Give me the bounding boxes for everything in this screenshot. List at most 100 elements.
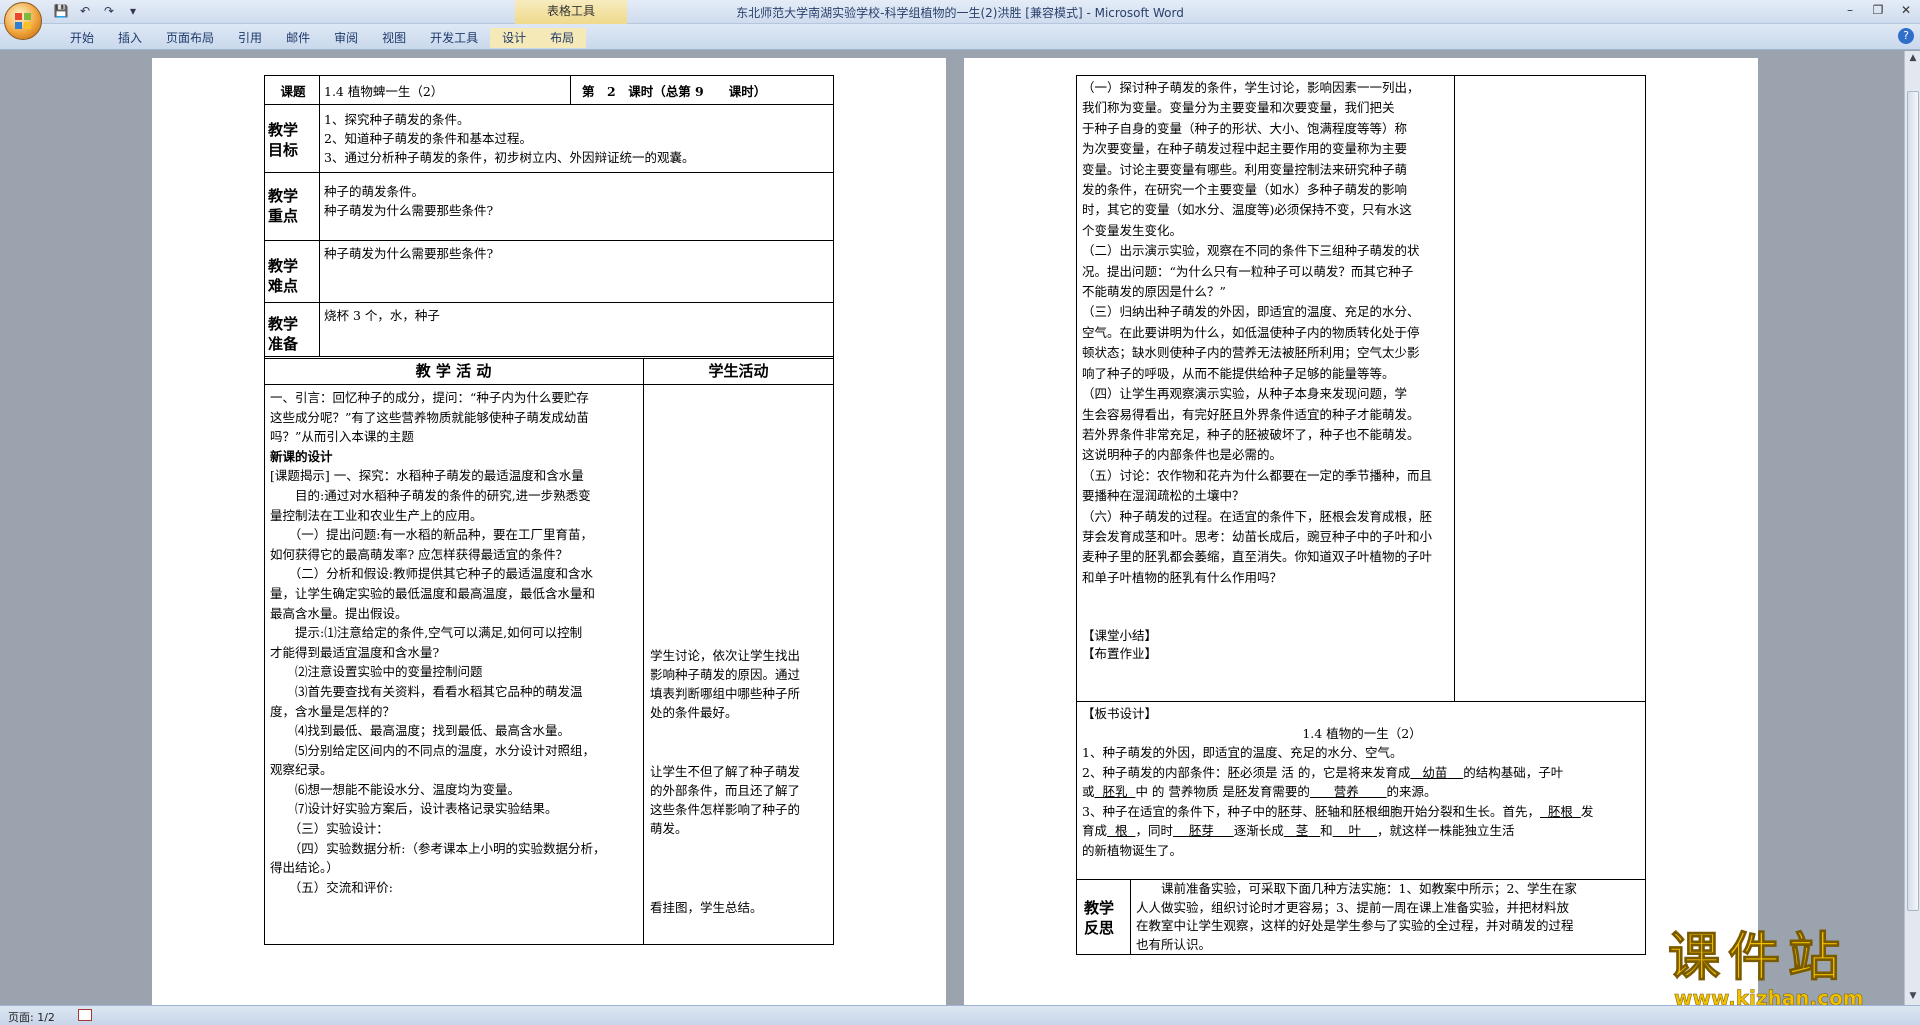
activity-content: 一、引言：回忆种子的成分，提问：“种子内为什么要贮存 这些成分呢？”有了这些营养物… <box>270 388 640 897</box>
process-line: 顿状态；缺水则使种子内的营养无法被胚所利用；空气太少影 <box>1082 345 1420 361</box>
board-blank-nutrient: 营养 <box>1333 784 1359 799</box>
goal-item: 1、探究种子萌发的条件。 <box>324 112 470 127</box>
activity-line: 一、引言：回忆种子的成分，提问：“种子内为什么要贮存 <box>270 390 589 405</box>
scroll-down-icon[interactable]: ▼ <box>1907 991 1919 1003</box>
activity-line: 才能得到最适宜温度和含水量? <box>270 644 440 660</box>
homework: 【布置作业】 <box>1082 646 1158 661</box>
student-note-line: 学生讨论，依次让学生找出 <box>650 648 801 663</box>
page-count[interactable]: 页面: 1/2 <box>8 1009 55 1025</box>
office-button[interactable] <box>4 2 42 40</box>
lesson-title: 1.4 植物蜱一生（2） <box>324 84 444 99</box>
vertical-scrollbar[interactable]: ▲ ▼ <box>1904 51 1920 1005</box>
activity-line: 提示:⑴注意给定的条件,空气可以满足,如何可以控制 <box>270 625 583 641</box>
key-points-label: 教学重点 <box>268 187 299 225</box>
status-bar: 页面: 1/2 <box>0 1005 1920 1025</box>
student-header: 学生活动 <box>708 362 769 380</box>
student-note-line: 这些条件怎样影响了种子的 <box>650 802 801 817</box>
key-points-list: 种子的萌发条件。 种子萌发为什么需要那些条件? <box>324 182 824 220</box>
reflection-line: 课前准备实验，可采取下面几种方法实施：1、如教案中所示；2、学生在家 <box>1136 881 1577 896</box>
process-line: （一）探讨种子萌发的条件，学生讨论，影响因素一一列出， <box>1082 80 1420 95</box>
activity-line: （四）实验数据分析:（参考课本上小明的实验数据分析， <box>270 840 606 856</box>
activity-line: ⑺设计好实验方案后，设计表格记录实验结果。 <box>270 801 558 817</box>
office-logo-icon <box>15 13 31 29</box>
board-line-4: 3、种子在适宜的条件下，种子中的胚芽、胚轴和胚根细胞开始分裂和生长。首先， 胚根… <box>1082 803 1594 819</box>
process-line: 要播种在湿润疏松的土壤中？ <box>1082 488 1245 504</box>
board-blank-root: 根 <box>1114 823 1128 838</box>
ribbon-tab-9[interactable]: 布局 <box>538 28 587 48</box>
save-icon[interactable]: 💾 <box>52 3 70 19</box>
help-icon[interactable]: ? <box>1898 28 1914 44</box>
quick-access-toolbar: 💾 ↶ ↷ ▾ <box>52 3 142 19</box>
ribbon-tab-4[interactable]: 邮件 <box>274 28 322 48</box>
ribbon-tab-2[interactable]: 页面布局 <box>154 28 226 48</box>
watermark-logo: 课件站 www.kjzhan.com <box>1668 928 1904 1009</box>
board-blank-radicle: 胚根 <box>1547 803 1573 819</box>
activity-line: （二）分析和假设:教师提供其它种子的最适温度和含水 <box>270 566 593 582</box>
board-line-5: 育成 根 ，同时 胚芽 逐渐长成 茎 和 叶 ，就这样一株能独立生活 <box>1082 823 1515 838</box>
board-line-1: 1、种子萌发的外因，即适宜的温度、充足的水分、空气。 <box>1082 745 1403 760</box>
ribbon-tab-1[interactable]: 插入 <box>106 28 154 48</box>
ribbon-tab-0[interactable]: 开始 <box>58 28 106 48</box>
activity-line: 度，含水量是怎样的？ <box>270 703 396 719</box>
board-blank-plumule: 胚芽 <box>1188 823 1214 838</box>
board-blank-seedling: 幼苗 <box>1422 764 1448 780</box>
reflection-label: 教学反思 <box>1084 899 1115 937</box>
process-line: 芽会发育成茎和叶。思考：幼苗长成后，豌豆种子中的子叶和小 <box>1082 528 1433 544</box>
ribbon-tab-7[interactable]: 开发工具 <box>418 28 490 48</box>
student-note-line: 看挂图，学生总结。 <box>650 900 763 915</box>
restore-icon[interactable]: ❐ <box>1864 0 1892 20</box>
activity-line: 目的:通过对水稻种子萌发的条件的研究,进一步熟悉变 <box>270 487 591 503</box>
lesson-label: 课题 <box>280 84 306 99</box>
process-line: （六）种子萌发的过程。在适宜的条件下，胚根会发育成根，胚 <box>1082 508 1433 524</box>
scrollbar-thumb[interactable] <box>1907 91 1919 911</box>
proofing-icon[interactable] <box>78 1009 92 1021</box>
process-line: 不能萌发的原因是什么？” <box>1082 284 1226 300</box>
customize-toolbar-chevron-icon[interactable]: ▾ <box>124 3 142 19</box>
ribbon-tab-3[interactable]: 引用 <box>226 28 274 48</box>
activity-line: 最高含水量。提出假设。 <box>270 605 408 621</box>
activity-header: 教 学 活 动 <box>415 362 492 380</box>
reflection-content: 课前准备实验，可采取下面几种方法实施：1、如教案中所示；2、学生在家 人人做实验，… <box>1136 880 1642 954</box>
process-line: 响了种子的呼吸，从而不能提供给种子足够的能量等等。 <box>1082 365 1395 381</box>
goals-list: 1、探究种子萌发的条件。 2、知道种子萌发的条件和基本过程。 3、通过分析种子萌发的… <box>324 110 824 167</box>
window-controls: – ❐ ✕ <box>1836 0 1920 20</box>
scroll-up-icon[interactable]: ▲ <box>1907 53 1919 65</box>
context-tab-group-label: 表格工具 <box>515 0 627 24</box>
watermark-text: 课件站 <box>1668 928 1849 989</box>
student-notes-group-1: 学生讨论，依次让学生找出 影响种子萌发的原因。通过 填表判断哪组中哪些种子所 处的条件… <box>650 646 832 722</box>
activity-line: ⑸分别给定区间内的不同点的温度，水分设计对照组， <box>270 742 596 758</box>
board-line-3: 或 胚乳 中 的 营养物质 是胚发育需要的 营养 的来源。 <box>1082 784 1437 799</box>
difficulty-text: 种子萌发为什么需要那些条件? <box>324 246 494 261</box>
ribbon-tab-8[interactable]: 设计 <box>490 28 539 48</box>
document-page-2: （一）探讨种子萌发的条件，学生讨论，影响因素一一列出， 我们称为变量。变量分为主要… <box>964 58 1758 1005</box>
activity-line: 得出结论。） <box>270 860 339 876</box>
prep-label: 教学准备 <box>268 315 299 353</box>
ribbon-tab-5[interactable]: 审阅 <box>322 28 370 48</box>
reflection-line: 也有所认识。 <box>1136 936 1212 952</box>
process-line: 生会容易得看出，有完好胚且外界条件适宜的种子才能萌发。 <box>1082 406 1420 422</box>
activity-line: [课题揭示] 一、探究：水稻种子萌发的最适温度和含水量 <box>270 468 584 484</box>
activity-line: 量，让学生确定实验的最低温度和最高温度，最低含水量和 <box>270 585 596 601</box>
ribbon-tab-6[interactable]: 视图 <box>370 28 418 48</box>
process-line: 若外界条件非常充足，种子的胚被破坏了，种子也不能萌发。 <box>1082 426 1420 442</box>
process-line: （二）出示演示实验，观察在不同的条件下三组种子萌发的状 <box>1082 243 1420 259</box>
activity-line: 新课的设计 <box>270 448 333 464</box>
minimize-icon[interactable]: – <box>1836 0 1864 20</box>
close-icon[interactable]: ✕ <box>1892 0 1920 20</box>
student-notes-group-2: 让学生不但了解了种子萌发 的外部条件，而且还了解了 这些条件怎样影响了种子的 萌发。 <box>650 762 832 838</box>
activity-line: ⑵注意设置实验中的变量控制问题 <box>270 664 483 680</box>
process-line: （三）归纳出种子萌发的外因，即适宜的温度、充足的水分、 <box>1082 304 1420 320</box>
goal-item: 2、知道种子萌发的条件和基本过程。 <box>324 131 532 146</box>
title-bar: 💾 ↶ ↷ ▾ 表格工具 东北师范大学南湖实验学校-科学组植物的一生(2)洪胜 … <box>0 0 1920 24</box>
process-line: 为次要变量，在种子萌发过程中起主要作用的变量称为主要 <box>1082 141 1408 157</box>
activity-line: ⑹想一想能不能设水分、温度均为变量。 <box>270 781 521 797</box>
redo-icon[interactable]: ↷ <box>100 3 118 19</box>
student-note-line: 的外部条件，而且还了解了 <box>650 783 801 798</box>
undo-icon[interactable]: ↶ <box>76 3 94 19</box>
process-line: 麦种子里的胚乳都会萎缩，直至消失。你知道双子叶植物的子叶 <box>1082 549 1433 565</box>
activity-line: （一）提出问题:有一水稻的新品种，要在工厂里育苗， <box>270 527 593 543</box>
goal-item: 3、通过分析种子萌发的条件，初步树立内、外因辩证统一的观囊。 <box>324 150 695 165</box>
board-line-2: 2、种子萌发的内部条件：胚必须是 活 的，它是将来发育成 幼苗 的结构基础，子叶 <box>1082 764 1564 780</box>
process-line: （四）让学生再观察演示实验，从种子本身来发现问题，学 <box>1082 386 1408 402</box>
activity-line: ⑶首先要查找有关资料，看看水稻其它品种的萌发温 <box>270 683 583 699</box>
